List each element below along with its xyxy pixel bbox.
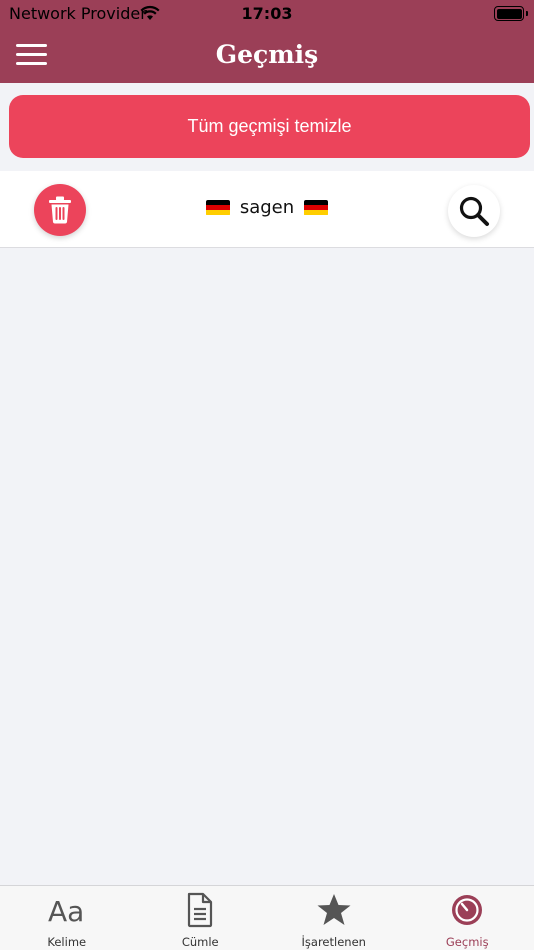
german-flag-icon <box>304 199 329 216</box>
status-bar: Network Provider 17:03 <box>0 0 534 28</box>
german-flag-icon <box>205 199 230 216</box>
tab-cumle[interactable]: Cümle <box>134 886 268 950</box>
status-time: 17:03 <box>241 4 293 23</box>
battery-icon <box>494 6 528 21</box>
search-button[interactable] <box>448 185 500 237</box>
page-title: Geçmiş <box>215 40 319 69</box>
tab-label: Geçmiş <box>445 935 489 949</box>
text-icon: Aa <box>47 891 87 929</box>
tab-kelime[interactable]: Aa Kelime <box>0 886 134 950</box>
history-icon <box>450 891 484 929</box>
tab-label: İşaretlenen <box>301 935 366 949</box>
tab-isaretlenen[interactable]: İşaretlenen <box>267 886 401 950</box>
nav-bar: Geçmiş <box>0 28 534 83</box>
star-icon <box>316 891 352 929</box>
tab-label: Cümle <box>181 935 219 949</box>
history-word: sagen <box>239 197 295 218</box>
tab-gecmis[interactable]: Geçmiş <box>401 886 534 950</box>
tab-bar: Aa Kelime Cümle İşaretlenen Geçmiş <box>0 885 534 950</box>
search-icon <box>459 196 489 226</box>
clear-history-button[interactable]: Tüm geçmişi temizle <box>9 95 530 158</box>
svg-text:Aa: Aa <box>48 895 84 927</box>
document-icon <box>186 891 214 929</box>
tab-label: Kelime <box>47 935 87 949</box>
